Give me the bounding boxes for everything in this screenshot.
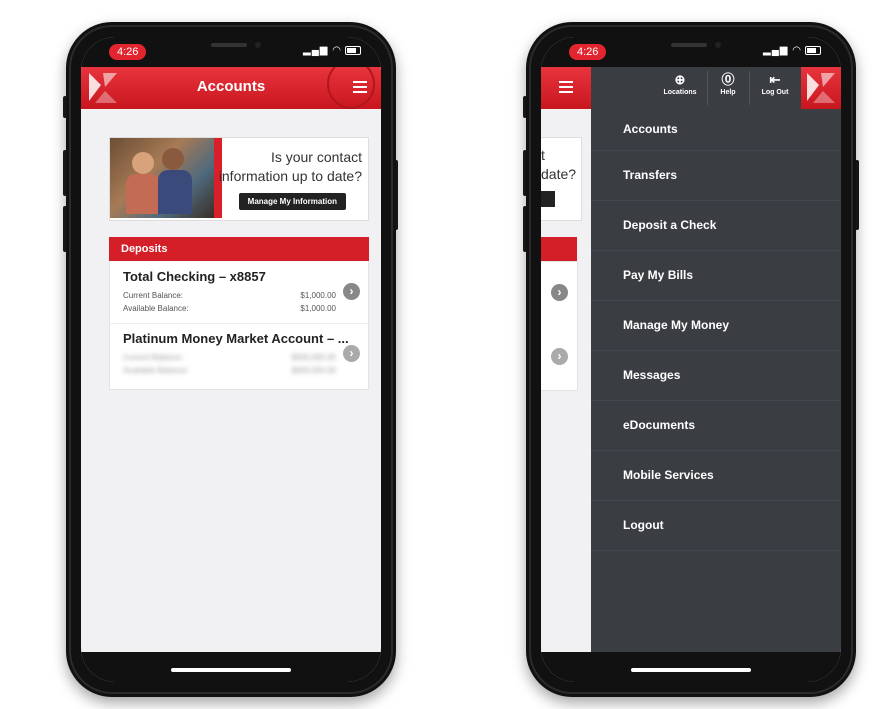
home-indicator[interactable] bbox=[171, 668, 291, 672]
status-icons: ▂▄▆ ◠ bbox=[763, 45, 821, 56]
peek-line1: t bbox=[541, 147, 545, 163]
menu-item-edocuments[interactable]: eDocuments bbox=[591, 401, 841, 451]
balance-label: Available Balance: bbox=[123, 304, 189, 313]
peek-card bbox=[541, 261, 578, 391]
menu-item-logout[interactable]: Logout bbox=[591, 501, 841, 551]
nav-drawer: Accounts Transfers Deposit a Check Pay M… bbox=[591, 109, 841, 652]
left-phone: 4:26 ▂▄▆ ◠ Accounts Is your contact info… bbox=[66, 22, 396, 697]
menu-item-messages[interactable]: Messages bbox=[591, 351, 841, 401]
status-time: 4:26 bbox=[109, 44, 147, 60]
locations-label: Locations bbox=[663, 89, 697, 96]
promo-line2: information up to date? bbox=[218, 168, 362, 184]
balance-label: Current Balance: bbox=[123, 291, 184, 300]
balance-value: $1,000.00 bbox=[300, 291, 336, 300]
manage-info-button[interactable]: Manage My Information bbox=[238, 193, 346, 210]
promo-text: Is your contact information up to date? bbox=[202, 148, 362, 186]
status-icons: ▂▄▆ ◠ bbox=[303, 45, 361, 56]
help-icon: ⓪ bbox=[721, 72, 735, 87]
account-name: Total Checking – x8857 bbox=[123, 269, 266, 284]
right-screen: 4:26 ▂▄▆ ◠ t date? › › ⊕ Locations ⓪ Hel… bbox=[541, 37, 841, 682]
brand-segment bbox=[801, 67, 841, 109]
balance-label: Available Balance: bbox=[123, 366, 189, 375]
menu-item-pay-bills[interactable]: Pay My Bills bbox=[591, 251, 841, 301]
logout-label: Log Out bbox=[761, 89, 789, 96]
menu-item-accounts[interactable]: Accounts bbox=[591, 109, 841, 151]
balance-value: $000,000.00 bbox=[291, 366, 337, 375]
notch bbox=[167, 37, 295, 61]
promo-line1: Is your contact bbox=[270, 149, 362, 165]
locations-icon: ⊕ bbox=[674, 72, 686, 87]
battery-icon bbox=[805, 45, 821, 55]
battery-icon bbox=[345, 45, 361, 55]
underlying-page-peek: t date? › › bbox=[541, 67, 591, 652]
logout-button[interactable]: ⇤ Log Out bbox=[753, 71, 797, 96]
account-name: Platinum Money Market Account – ... bbox=[123, 331, 349, 346]
current-balance-row: Current Balance: $1,000.00 bbox=[123, 291, 336, 300]
notch bbox=[627, 37, 755, 61]
current-balance-row: Current Balance: $000,000.00 bbox=[123, 353, 336, 362]
available-balance-row: Available Balance: $1,000.00 bbox=[123, 304, 336, 313]
menu-item-transfers[interactable]: Transfers bbox=[591, 151, 841, 201]
header-red-segment bbox=[541, 67, 591, 109]
menu-icon[interactable] bbox=[559, 78, 573, 96]
menu-item-mobile-services[interactable]: Mobile Services bbox=[591, 451, 841, 501]
menu-item-deposit-check[interactable]: Deposit a Check bbox=[591, 201, 841, 251]
logout-icon: ⇤ bbox=[769, 72, 781, 87]
peek-section bbox=[541, 237, 577, 261]
balance-value: $000,000.00 bbox=[291, 353, 337, 362]
chevron-right-icon: › bbox=[551, 284, 568, 301]
promo-banner: Is your contact information up to date? … bbox=[109, 137, 369, 221]
available-balance-row: Available Balance: $000,000.00 bbox=[123, 366, 336, 375]
drawer-menu: Accounts Transfers Deposit a Check Pay M… bbox=[591, 109, 841, 551]
right-phone: 4:26 ▂▄▆ ◠ t date? › › ⊕ Locations ⓪ Hel… bbox=[526, 22, 856, 697]
chevron-right-icon[interactable]: › bbox=[343, 283, 360, 300]
balance-value: $1,000.00 bbox=[300, 304, 336, 313]
chevron-right-icon: › bbox=[551, 348, 568, 365]
account-item[interactable]: Total Checking – x8857 Current Balance: … bbox=[110, 261, 368, 324]
deposits-header: Deposits bbox=[109, 237, 369, 261]
left-screen: 4:26 ▂▄▆ ◠ Accounts Is your contact info… bbox=[81, 37, 381, 682]
help-label: Help bbox=[720, 89, 736, 96]
balance-label: Current Balance: bbox=[123, 353, 184, 362]
bank-logo-icon bbox=[807, 73, 835, 103]
bottom-bar bbox=[81, 652, 381, 682]
peek-button bbox=[541, 191, 555, 207]
chevron-right-icon[interactable]: › bbox=[343, 345, 360, 362]
help-button[interactable]: ⓪ Help bbox=[711, 71, 745, 96]
status-time: 4:26 bbox=[569, 44, 607, 60]
locations-button[interactable]: ⊕ Locations bbox=[657, 71, 703, 96]
peek-line2: date? bbox=[541, 166, 577, 182]
promo-photo bbox=[110, 138, 214, 218]
account-item[interactable]: Platinum Money Market Account – ... Curr… bbox=[110, 323, 368, 385]
drawer-toolbar: ⊕ Locations ⓪ Help ⇤ Log Out bbox=[541, 67, 841, 109]
bottom-bar bbox=[541, 652, 841, 682]
app-header: Accounts bbox=[81, 59, 381, 109]
menu-item-manage-money[interactable]: Manage My Money bbox=[591, 301, 841, 351]
home-indicator[interactable] bbox=[631, 668, 751, 672]
accounts-card: Total Checking – x8857 Current Balance: … bbox=[109, 261, 369, 390]
